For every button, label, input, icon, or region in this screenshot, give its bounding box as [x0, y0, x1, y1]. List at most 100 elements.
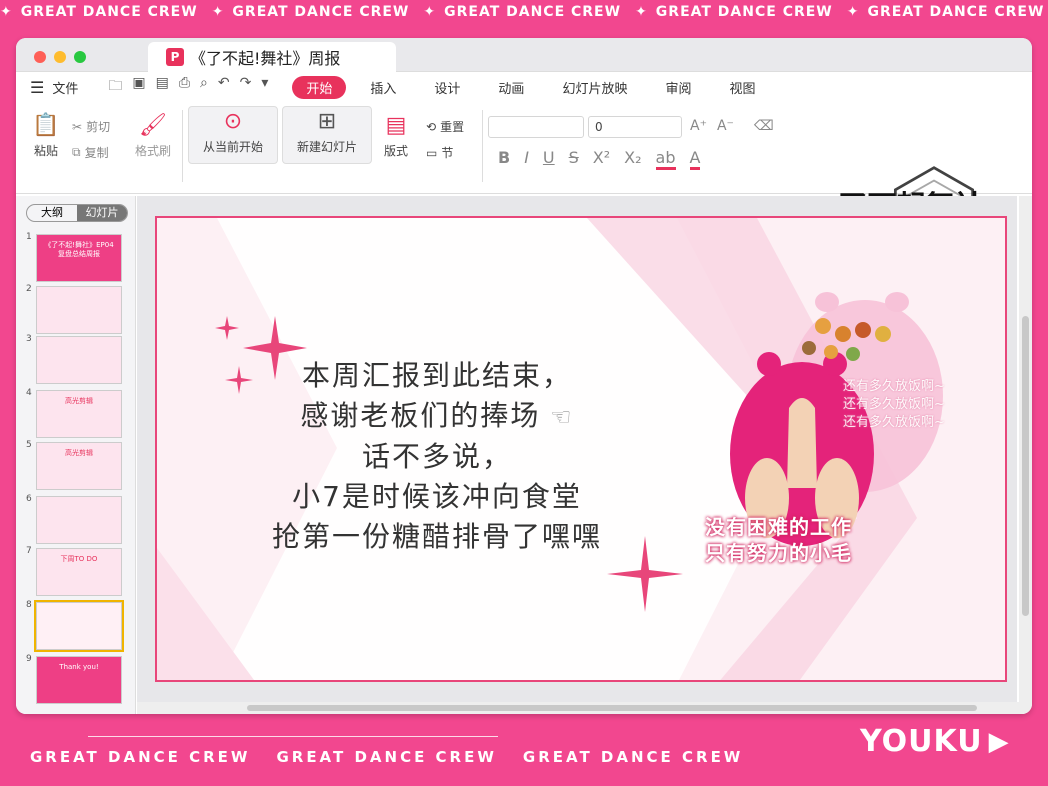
horizontal-scroll-thumb[interactable]	[247, 705, 977, 711]
ghost-line: 还有多久放饭啊~	[843, 397, 945, 412]
print-icon[interactable]: ⎙	[179, 75, 190, 99]
banner-text: GREAT DANCE CREW	[444, 4, 622, 20]
youku-text: YOUKU	[860, 724, 983, 759]
slide-thumbnail[interactable]: 高光剪辑	[36, 390, 122, 438]
tab-insert[interactable]: 插入	[356, 76, 410, 99]
cut-button[interactable]: ✂ 剪切	[72, 118, 110, 135]
pointing-hand-icon: ☜	[540, 403, 574, 431]
tab-design[interactable]: 设计	[420, 76, 474, 99]
sparkle-icon: ✦	[211, 4, 225, 20]
crew-label: GREAT DANCE CREW	[522, 748, 744, 766]
divider	[482, 110, 483, 182]
tab-view[interactable]: 视图	[715, 76, 769, 99]
underline-icon[interactable]: U	[543, 148, 555, 170]
print-preview-icon[interactable]: ⌕	[200, 75, 208, 99]
undo-icon[interactable]: ↶	[218, 75, 230, 99]
slide-line: 感谢老板们的捧场 ☜	[257, 396, 617, 437]
reset-icon: ⟲	[426, 119, 437, 134]
slides-tab[interactable]: 幻灯片	[77, 205, 127, 221]
thumbnail-number: 1	[26, 232, 32, 242]
slide-thumbnail[interactable]: 下周TO DO	[36, 548, 122, 596]
copy-label: 复制	[84, 146, 109, 160]
superscript-icon[interactable]: X²	[593, 148, 610, 170]
hamburger-menu-icon[interactable]: ☰	[30, 78, 44, 97]
scissors-icon: ✂	[72, 119, 83, 134]
reset-button[interactable]: ⟲ 重置	[426, 118, 464, 135]
mascot-caption: 没有困难的工作 只有努力的小毛	[705, 514, 852, 566]
banner-text: GREAT DANCE CREW	[655, 4, 833, 20]
thumbnail-title: 《了不起!舞社》EP04复盘总结周报	[44, 241, 114, 258]
font-size-select[interactable]: 0	[588, 116, 682, 138]
outline-tab[interactable]: 大纲	[27, 205, 77, 221]
tab-review[interactable]: 审阅	[651, 76, 705, 99]
slide-thumbnail[interactable]	[34, 600, 124, 652]
quick-access-toolbar: 🗀 ▣ ▤ ⎙ ⌕ ↶ ↷ ▾	[108, 75, 268, 99]
save-icon[interactable]: ▣	[132, 75, 145, 99]
bold-icon[interactable]: B	[498, 148, 510, 170]
font-size-adjust: A⁺ A⁻ ⌫	[690, 118, 774, 134]
section-button[interactable]: ▭ 节	[426, 144, 453, 161]
tab-home[interactable]: 开始	[292, 75, 347, 99]
highlight-icon[interactable]: ab	[655, 148, 676, 170]
presentation-app-icon: P	[166, 48, 184, 66]
slide-thumbnail[interactable]	[36, 336, 122, 384]
subscript-icon[interactable]: X₂	[624, 148, 641, 170]
slide-line-text: 感谢老板们的捧场	[300, 399, 541, 432]
slide-line: 本周汇报到此结束，	[301, 359, 572, 392]
copy-button[interactable]: ⧉ 复制	[72, 144, 109, 161]
thumbnail-number: 3	[26, 334, 32, 344]
tab-slideshow[interactable]: 幻灯片放映	[548, 76, 641, 99]
ghost-line: 还有多久放饭啊~	[843, 415, 945, 430]
sparkle-icon: ✦	[635, 4, 648, 20]
slide-line: 小7是时候该冲向食堂	[292, 480, 582, 513]
slide-thumbnail[interactable]	[36, 286, 122, 334]
thumbnail-title: 下周TO DO	[60, 555, 98, 563]
font-color-icon[interactable]: A	[689, 148, 701, 170]
caption-line: 没有困难的工作	[705, 515, 852, 539]
play-from-current-button[interactable]: ⊙ 从当前开始	[188, 110, 278, 155]
file-menu[interactable]: 文件	[52, 78, 78, 97]
minimize-window-button[interactable]	[54, 51, 66, 63]
vertical-scroll-thumb[interactable]	[1022, 316, 1029, 616]
redo-icon[interactable]: ↷	[240, 75, 252, 99]
slide-thumbnail[interactable]: Thank you!	[36, 656, 122, 704]
customize-toolbar-icon[interactable]: ▾	[261, 75, 268, 99]
maximize-window-button[interactable]	[74, 51, 86, 63]
horizontal-scrollbar[interactable]	[137, 702, 1032, 714]
sparkle-icon	[225, 366, 253, 394]
italic-icon[interactable]: I	[524, 148, 529, 170]
layout-button[interactable]: ▤ 版式	[376, 114, 416, 159]
sparkle-icon: ✦	[846, 4, 860, 20]
document-tab[interactable]: P 《了不起!舞社》周报	[148, 42, 396, 72]
paste-button[interactable]: 📋 粘贴	[24, 114, 68, 159]
font-family-select[interactable]	[488, 116, 584, 138]
thumbnail-title: 高光剪辑	[65, 397, 93, 405]
new-slide-button[interactable]: ⊞ 新建幻灯片	[282, 110, 372, 155]
slide-thumbnail[interactable]	[36, 496, 122, 544]
vertical-scrollbar[interactable]	[1019, 196, 1032, 702]
reset-label: 重置	[440, 120, 465, 134]
close-window-button[interactable]	[34, 51, 46, 63]
crew-label: GREAT DANCE CREW	[30, 748, 251, 766]
layout-label: 版式	[383, 144, 408, 158]
cut-label: 剪切	[86, 120, 111, 134]
view-toggle: 大纲 幻灯片	[26, 204, 128, 222]
slide-thumbnail[interactable]: 《了不起!舞社》EP04复盘总结周报	[36, 234, 122, 282]
increase-font-icon[interactable]: A⁺	[690, 118, 707, 134]
open-folder-icon[interactable]: 🗀	[108, 75, 122, 99]
decrease-font-icon[interactable]: A⁻	[717, 118, 734, 134]
brush-icon: 🖌	[139, 113, 167, 138]
banner-text: GREAT DANCE CREW	[867, 4, 1045, 20]
thumbnail-title: Thank you!	[59, 663, 99, 671]
export-pdf-icon[interactable]: ▤	[156, 75, 169, 99]
format-painter-button[interactable]: 🖌 格式刷	[130, 114, 176, 159]
slide-thumbnail[interactable]: 高光剪辑	[36, 442, 122, 490]
thumbnail-number: 4	[26, 388, 32, 398]
clear-format-icon[interactable]: ⌫	[754, 118, 774, 134]
crew-labels: GREAT DANCE CREW GREAT DANCE CREW GREAT …	[30, 748, 743, 766]
play-circle-icon: ⊙	[223, 109, 243, 134]
tab-animation[interactable]: 动画	[484, 76, 538, 99]
current-slide[interactable]: 还有多久放饭啊~ 还有多久放饭啊~ 还有多久放饭啊~ 本周汇报到此结束， 感谢老…	[155, 216, 1007, 682]
strikethrough-icon[interactable]: S	[569, 148, 579, 170]
document-title: 《了不起!舞社》周报	[190, 49, 341, 68]
